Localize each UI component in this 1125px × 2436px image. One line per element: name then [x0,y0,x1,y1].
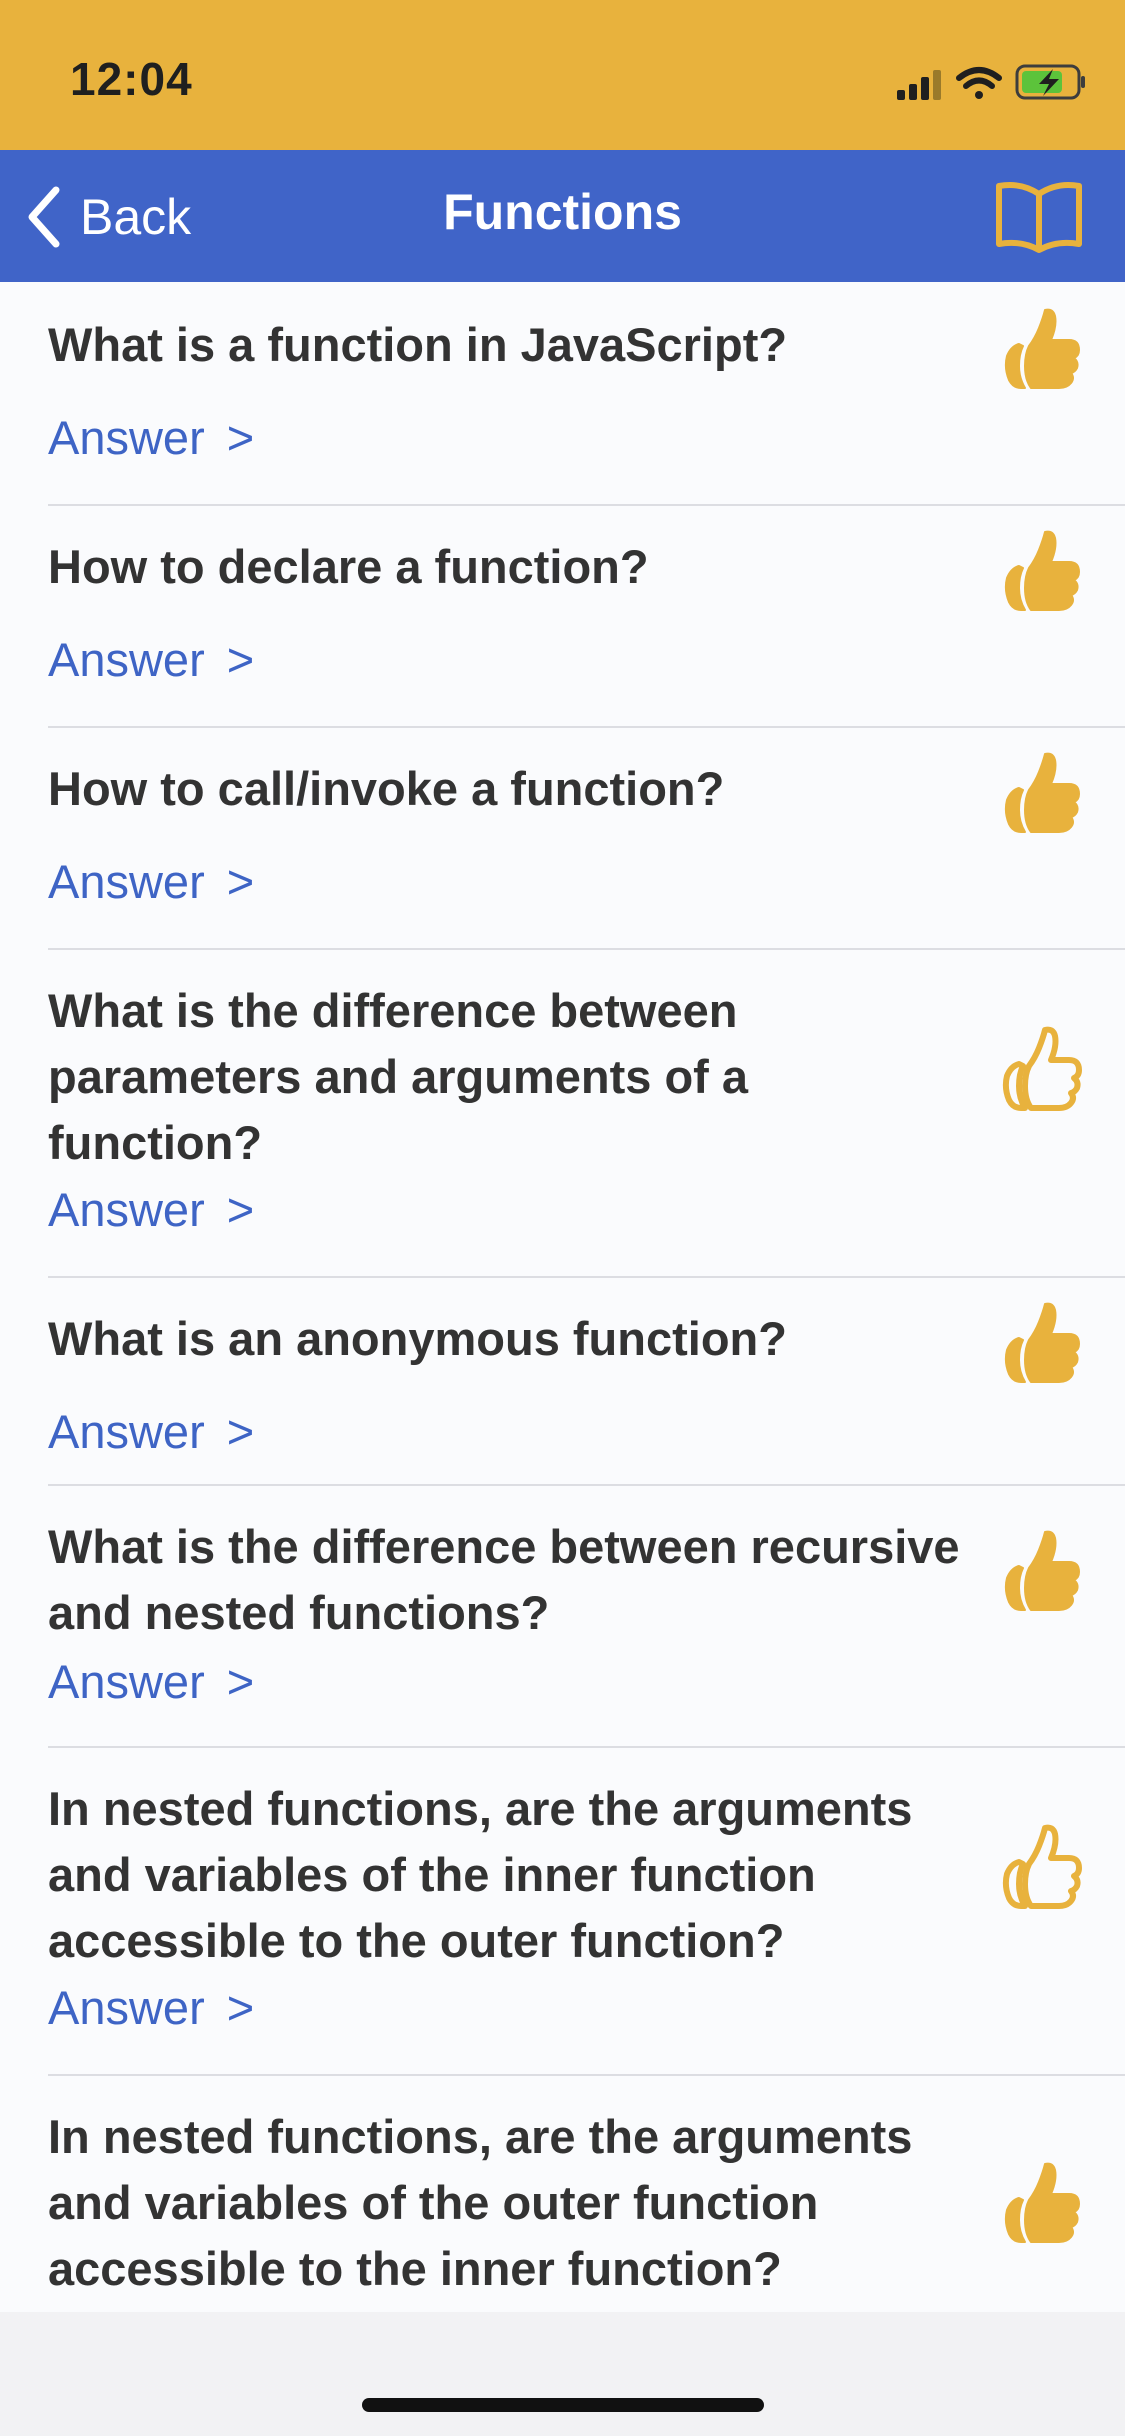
chevron-right-icon: > [226,411,255,464]
question-row[interactable]: What is an anonymous function? Answer > [0,1276,1125,1486]
thumbs-up-filled-icon[interactable] [989,300,1085,396]
chevron-right-icon: > [226,1981,255,2034]
thumbs-up-filled-icon[interactable] [989,1294,1085,1390]
answer-label: Answer [48,1655,205,1708]
question-text: How to declare a function? [48,540,649,593]
status-icons [897,64,1085,100]
page-title: Functions [443,184,682,240]
question-row[interactable]: How to call/invoke a function? Answer > [0,726,1125,950]
answer-label: Answer [48,633,205,686]
thumbs-up-filled-icon[interactable] [989,2154,1085,2250]
answer-label: Answer [48,411,205,464]
question-text: How to call/invoke a function? [48,762,725,815]
question-row[interactable]: What is a function in JavaScript? Answer > [0,282,1125,506]
question-row[interactable]: What is the difference between recursive… [0,1484,1125,1748]
thumbs-up-filled-icon[interactable] [989,1522,1085,1618]
battery-charging-icon [1015,64,1085,100]
book-icon[interactable] [993,178,1085,254]
signal-icon [897,70,941,100]
answer-label: Answer [48,1183,205,1236]
answer-link[interactable]: Answer > [48,1404,254,1459]
answer-link[interactable]: Answer > [48,854,254,909]
home-indicator [362,2398,764,2412]
question-text: What is the difference between parameter… [48,984,748,1169]
chevron-right-icon: > [226,855,255,908]
question-row[interactable]: What is the difference between parameter… [0,948,1125,1278]
question-text: What is a function in JavaScript? [48,318,788,371]
thumbs-up-outline-icon[interactable] [989,1020,1085,1116]
answer-label: Answer [48,1981,205,2034]
navigation-bar: Back Functions [0,150,1125,282]
chevron-right-icon: > [226,1183,255,1236]
answer-link[interactable]: Answer > [48,1182,254,1237]
answer-label: Answer [48,1405,205,1458]
wifi-icon [956,67,1002,99]
answer-link[interactable]: Answer > [48,632,254,687]
answer-link[interactable]: Answer > [48,410,254,465]
question-list[interactable]: What is a function in JavaScript? Answer >… [0,282,1125,2312]
question-text: What is an anonymous function? [48,1312,787,1365]
thumbs-up-filled-icon[interactable] [989,522,1085,618]
thumbs-up-filled-icon[interactable] [989,744,1085,840]
chevron-right-icon: > [226,633,255,686]
status-time: 12:04 [70,53,193,105]
question-row[interactable]: In nested functions, are the arguments a… [0,2074,1125,2312]
question-text: In nested functions, are the arguments a… [48,2110,913,2295]
home-indicator-area [0,2312,1125,2436]
question-text: What is the difference between recursive… [48,1520,960,1639]
chevron-right-icon: > [226,1405,255,1458]
answer-label: Answer [48,855,205,908]
thumbs-up-outline-icon[interactable] [989,1818,1085,1914]
answer-link[interactable]: Answer > [48,1654,254,1709]
question-row[interactable]: How to declare a function? Answer > [0,504,1125,728]
status-bar: 12:04 [0,0,1125,150]
question-row[interactable]: In nested functions, are the arguments a… [0,1746,1125,2076]
answer-link[interactable]: Answer > [48,1980,254,2035]
question-text: In nested functions, are the arguments a… [48,1782,913,1967]
chevron-right-icon: > [226,1655,255,1708]
